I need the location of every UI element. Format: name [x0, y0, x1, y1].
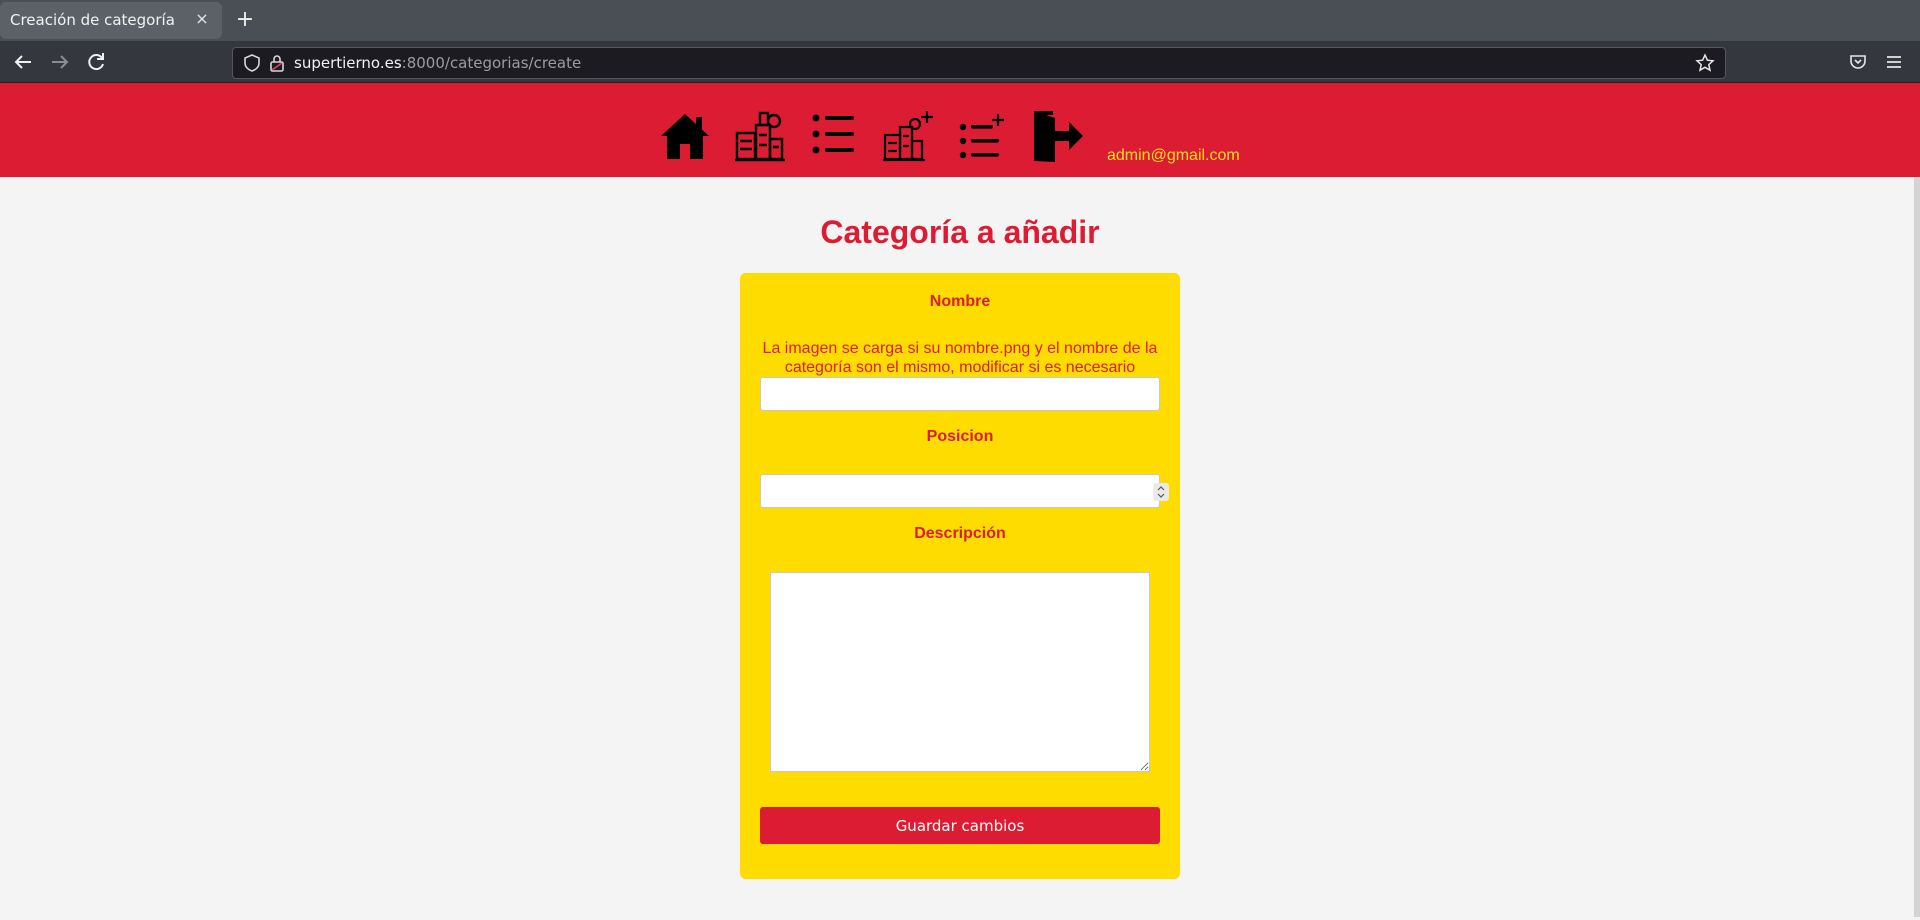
browser-tab[interactable]: Creación de categoría ×	[0, 2, 222, 39]
reload-button[interactable]	[84, 50, 108, 74]
browser-nav-bar: supertierno.es:8000/categorias/create	[0, 41, 1920, 83]
descripcion-label: Descripción	[914, 525, 1006, 542]
new-tab-button[interactable]: +	[233, 8, 257, 32]
back-arrow-icon	[14, 55, 31, 69]
site-header: admin@gmail.com	[0, 83, 1920, 177]
nombre-label: Nombre	[929, 293, 991, 310]
posicion-input[interactable]	[760, 474, 1169, 508]
url-path: :8000/categorias/create	[401, 54, 582, 72]
add-product-icon[interactable]	[882, 109, 936, 163]
add-category-icon[interactable]	[958, 113, 1006, 161]
url-bar[interactable]: supertierno.es:8000/categorias/create	[232, 47, 1726, 79]
page-scrollbar[interactable]	[1914, 177, 1920, 917]
logout-icon[interactable]	[1031, 109, 1085, 163]
tab-title: Creación de categoría	[10, 11, 175, 29]
spinner-arrows-icon	[1157, 486, 1165, 498]
home-icon[interactable]	[659, 111, 711, 161]
url-text[interactable]: supertierno.es:8000/categorias/create	[294, 54, 581, 72]
tab-close-icon[interactable]: ×	[192, 9, 212, 29]
url-host: supertierno.es	[294, 54, 402, 72]
posicion-label: Posicion	[926, 428, 994, 445]
category-form: Nombre La imagen se carga si su nombre.p…	[740, 273, 1180, 879]
forward-arrow-icon	[52, 55, 69, 69]
lock-icon[interactable]	[269, 54, 285, 72]
user-email[interactable]: admin@gmail.com	[1107, 147, 1240, 165]
pocket-icon[interactable]	[1849, 53, 1867, 71]
page-title: Categoría a añadir	[820, 214, 1100, 250]
save-button[interactable]: Guardar cambios	[760, 807, 1160, 844]
nombre-hint: La imagen se carga si su nombre.png y el…	[762, 340, 1158, 376]
list-icon[interactable]	[811, 111, 855, 157]
number-spinner[interactable]	[1153, 483, 1169, 501]
products-icon[interactable]	[734, 111, 786, 163]
nombre-input[interactable]	[760, 377, 1160, 411]
back-button[interactable]	[11, 50, 35, 74]
browser-tab-bar: Creación de categoría × +	[0, 0, 1920, 41]
shield-icon[interactable]	[243, 54, 261, 72]
reload-icon	[88, 53, 104, 71]
hamburger-menu-icon[interactable]	[1885, 53, 1903, 71]
bookmark-star-icon[interactable]	[1695, 53, 1715, 73]
descripcion-textarea[interactable]	[770, 572, 1150, 772]
forward-button[interactable]	[48, 50, 72, 74]
